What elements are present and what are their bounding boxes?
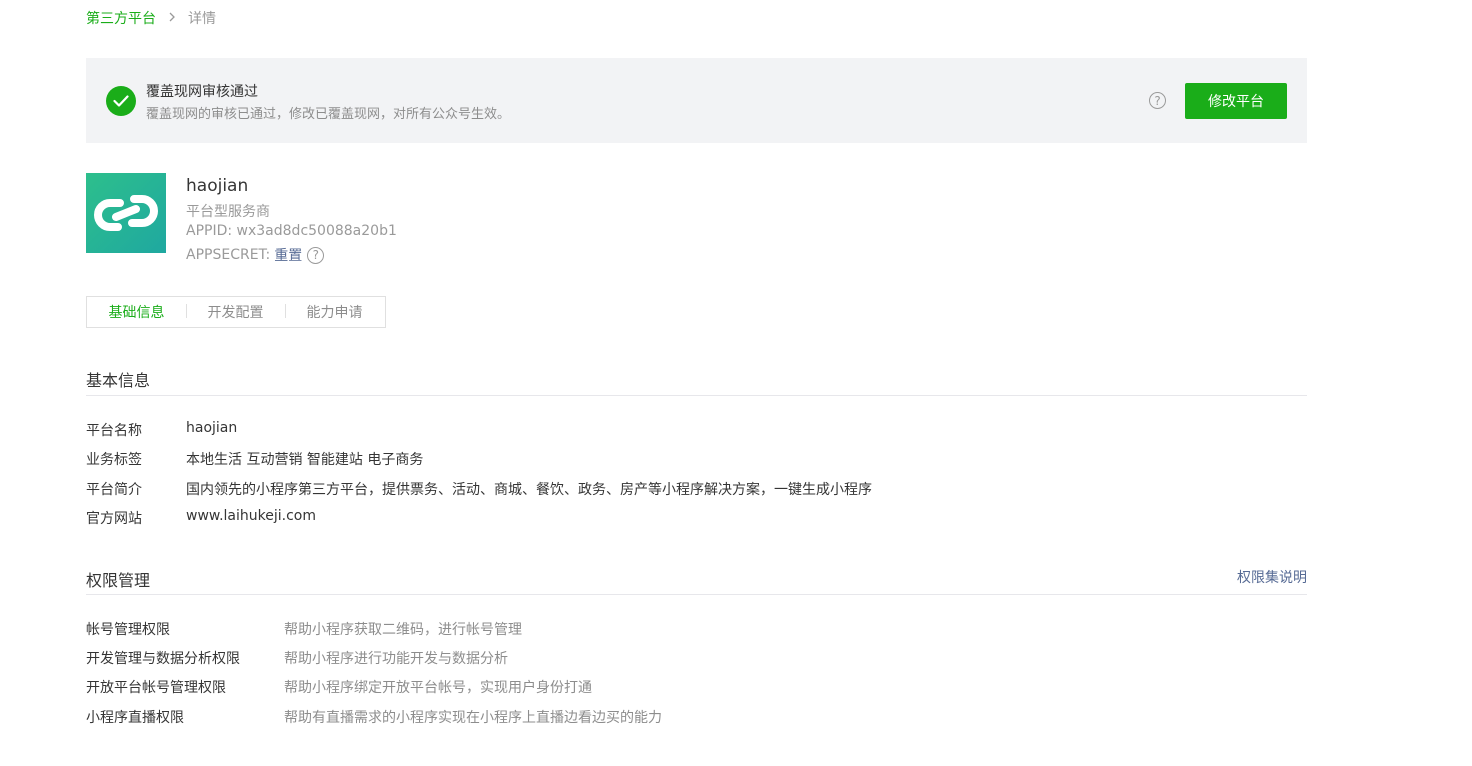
permission-row: 帐号管理权限 帮助小程序获取二维码，进行帐号管理 bbox=[86, 619, 522, 639]
info-value: www.laihukeji.com bbox=[186, 508, 316, 524]
permissions-title: 权限管理 bbox=[86, 571, 151, 590]
info-label: 平台名称 bbox=[86, 423, 142, 439]
tab-dev-config[interactable]: 开发配置 bbox=[186, 302, 285, 322]
info-row-website: 官方网站 www.laihukeji.com bbox=[86, 508, 316, 528]
info-label: 业务标签 bbox=[86, 452, 142, 468]
check-circle-icon bbox=[106, 86, 136, 116]
chain-link-logo-icon bbox=[94, 195, 158, 231]
permission-row: 开发管理与数据分析权限 帮助小程序进行功能开发与数据分析 bbox=[86, 648, 508, 668]
permission-desc: 帮助小程序绑定开放平台帐号，实现用户身份打通 bbox=[284, 680, 592, 696]
detail-tabs: 基础信息 开发配置 能力申请 bbox=[86, 296, 386, 328]
info-label: 官方网站 bbox=[86, 511, 142, 527]
permission-desc: 帮助小程序获取二维码，进行帐号管理 bbox=[284, 622, 522, 638]
permission-label: 小程序直播权限 bbox=[86, 710, 184, 726]
permission-label: 开发管理与数据分析权限 bbox=[86, 651, 240, 667]
permission-desc: 帮助小程序进行功能开发与数据分析 bbox=[284, 651, 508, 667]
info-label: 平台简介 bbox=[86, 482, 142, 498]
breadcrumb: 第三方平台 详情 bbox=[86, 8, 216, 28]
reset-secret-link[interactable]: 重置 bbox=[274, 245, 302, 265]
platform-name: haojian bbox=[186, 176, 249, 196]
info-value: 国内领先的小程序第三方平台，提供票务、活动、商城、餐饮、政务、房产等小程序解决方… bbox=[186, 482, 872, 498]
section-divider bbox=[86, 594, 1307, 595]
question-circle-icon[interactable]: ? bbox=[307, 246, 325, 264]
review-status-banner: 覆盖现网审核通过 覆盖现网的审核已通过，修改已覆盖现网，对所有公众号生效。 ? … bbox=[86, 58, 1307, 143]
permission-row: 小程序直播权限 帮助有直播需求的小程序实现在小程序上直播边看边买的能力 bbox=[86, 707, 662, 727]
permission-label: 开放平台帐号管理权限 bbox=[86, 680, 226, 696]
tab-capability-apply[interactable]: 能力申请 bbox=[285, 302, 384, 322]
permission-label: 帐号管理权限 bbox=[86, 622, 170, 638]
banner-title: 覆盖现网审核通过 bbox=[146, 84, 258, 100]
platform-appid: APPID: wx3ad8dc50088a20b1 bbox=[186, 223, 397, 239]
appsecret-label: APPSECRET: bbox=[186, 247, 271, 263]
basic-info-title: 基本信息 bbox=[86, 371, 151, 390]
permission-set-help-link[interactable]: 权限集说明 bbox=[1237, 567, 1307, 587]
chevron-right-icon bbox=[168, 10, 176, 26]
breadcrumb-current: 详情 bbox=[188, 11, 216, 27]
platform-logo bbox=[86, 173, 166, 253]
info-row-tags: 业务标签 本地生活 互动营销 智能建站 电子商务 bbox=[86, 449, 423, 469]
question-circle-icon[interactable]: ? bbox=[1149, 92, 1166, 109]
edit-platform-button[interactable]: 修改平台 bbox=[1185, 83, 1287, 119]
info-value: haojian bbox=[186, 420, 238, 436]
tab-basic-info[interactable]: 基础信息 bbox=[87, 302, 186, 322]
info-value: 本地生活 互动营销 智能建站 电子商务 bbox=[186, 452, 424, 468]
breadcrumb-parent-link[interactable]: 第三方平台 bbox=[86, 8, 156, 28]
platform-type: 平台型服务商 bbox=[186, 204, 270, 220]
banner-description: 覆盖现网的审核已通过，修改已覆盖现网，对所有公众号生效。 bbox=[146, 107, 511, 122]
info-row-name: 平台名称 haojian bbox=[86, 420, 237, 440]
info-row-intro: 平台简介 国内领先的小程序第三方平台，提供票务、活动、商城、餐饮、政务、房产等小… bbox=[86, 479, 872, 499]
section-divider bbox=[86, 395, 1307, 396]
platform-appsecret: APPSECRET: 重置 ? bbox=[186, 245, 325, 265]
permission-row: 开放平台帐号管理权限 帮助小程序绑定开放平台帐号，实现用户身份打通 bbox=[86, 677, 592, 697]
permission-desc: 帮助有直播需求的小程序实现在小程序上直播边看边买的能力 bbox=[284, 710, 662, 726]
